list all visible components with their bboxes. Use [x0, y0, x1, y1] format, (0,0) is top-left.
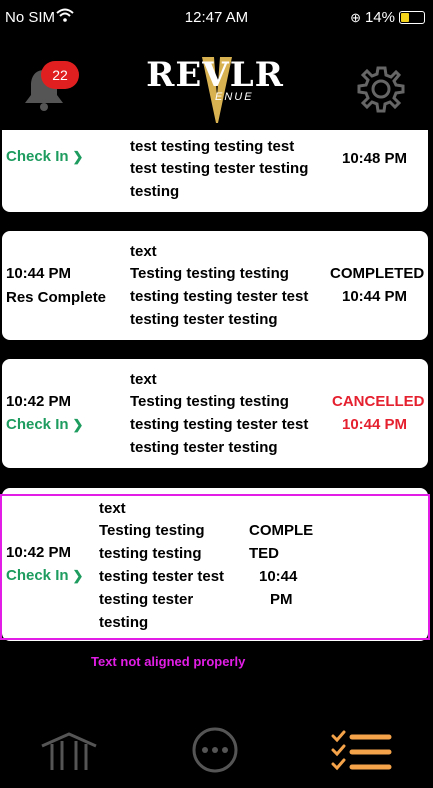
- card-desc-line: testing tester testing: [130, 311, 278, 328]
- venue-icon[interactable]: [40, 730, 98, 772]
- orientation-lock-icon: ⊕: [350, 9, 361, 25]
- status-right: ⊕ 14%: [350, 9, 425, 26]
- card-desc-line: test testing testing test: [130, 138, 295, 155]
- check-in-link[interactable]: Check In ❯: [6, 416, 83, 433]
- settings-gear-icon[interactable]: [356, 64, 406, 114]
- check-in-link[interactable]: Check In ❯: [6, 148, 83, 165]
- card-desc-line: testing testing tester test: [130, 416, 309, 433]
- reservation-card[interactable]: 10:42 PM Check In ❯ text Testing testing …: [2, 359, 428, 468]
- notification-badge: 22: [41, 61, 79, 89]
- misalignment-highlight-box: [0, 494, 430, 640]
- chevron-right-icon: ❯: [72, 149, 84, 164]
- status-bar: No SIM 12:47 AM ⊕ 14%: [0, 0, 433, 34]
- battery-percent: 14%: [364, 9, 395, 26]
- checklist-icon[interactable]: [330, 730, 392, 774]
- card-desc-line: test testing tester testing: [130, 160, 309, 177]
- card-status-time: 10:44 PM: [342, 288, 408, 305]
- card-desc-line: testing tester testing: [130, 439, 278, 456]
- bottom-tab-bar: [0, 700, 433, 788]
- card-desc-line: testing testing tester test: [130, 288, 309, 305]
- logo-subtitle: ENUE: [215, 91, 254, 103]
- more-icon[interactable]: [191, 726, 239, 774]
- card-time: 10:42 PM: [6, 393, 72, 410]
- card-status-cancelled: CANCELLED: [332, 393, 425, 410]
- res-complete-label: Res Complete: [6, 289, 107, 306]
- battery-icon: [399, 11, 425, 24]
- misalignment-note: Text not aligned properly: [91, 654, 246, 669]
- card-desc-line: text: [130, 243, 157, 260]
- card-status-time: 10:44 PM: [342, 416, 408, 433]
- card-desc-line: Testing testing testing: [130, 393, 289, 410]
- card-desc-line: testing: [130, 183, 180, 200]
- logo-wordmark: REVLR: [146, 55, 284, 95]
- card-status: COMPLETED: [330, 265, 425, 282]
- card-status-time: 10:48 PM: [342, 150, 408, 167]
- card-desc-line: Testing testing testing: [130, 265, 289, 282]
- revlr-logo: REVLR ENUE: [140, 55, 290, 125]
- reservation-card[interactable]: 10:44 PM Res Complete text Testing testi…: [2, 231, 428, 340]
- chevron-right-icon: ❯: [72, 417, 84, 432]
- card-desc-line: text: [130, 371, 157, 388]
- reservation-card[interactable]: Check In ❯ test testing testing test test…: [2, 130, 428, 212]
- card-time: 10:44 PM: [6, 265, 72, 282]
